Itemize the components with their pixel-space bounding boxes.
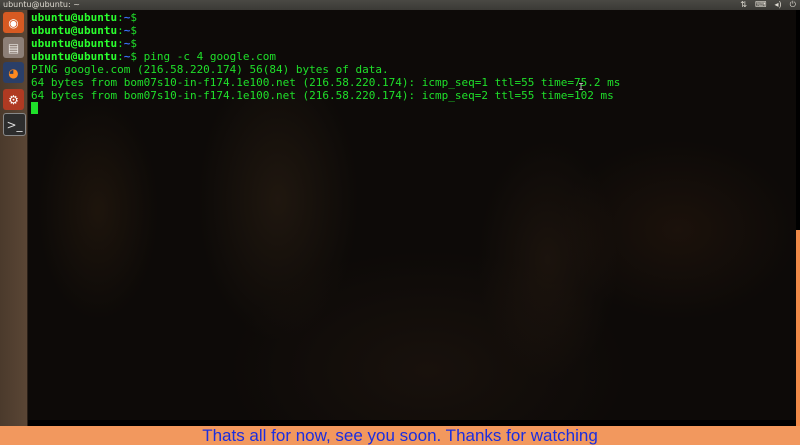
prompt-user: ubuntu@ubuntu bbox=[31, 24, 118, 37]
terminal-output: ubuntu@ubuntu:~$ ubuntu@ubuntu:~$ ubuntu@u… bbox=[31, 11, 620, 115]
video-caption-bar: Thats all for now, see you soon. Thanks … bbox=[0, 426, 800, 445]
prompt-line: ubuntu@ubuntu:~$ bbox=[31, 11, 620, 24]
caption-text: Thats all for now, see you soon. Thanks … bbox=[202, 426, 598, 445]
settings-icon: ⚙ bbox=[8, 92, 19, 107]
cursor-line bbox=[31, 102, 620, 115]
terminal-window[interactable]: ubuntu@ubuntu:~$ ubuntu@ubuntu:~$ ubuntu@u… bbox=[28, 10, 796, 420]
system-tray: ⇅ ⌨ ◂) ⏻ bbox=[740, 0, 796, 10]
prompt-sep: : bbox=[117, 24, 124, 37]
dash-home-button[interactable]: ◉ bbox=[3, 12, 24, 33]
terminal-icon: >_ bbox=[6, 117, 23, 132]
power-icon[interactable]: ⏻ bbox=[790, 0, 796, 10]
prompt-sep: : bbox=[117, 11, 124, 24]
text-cursor bbox=[31, 102, 38, 114]
output-text: 64 bytes from bom07s10-in-f174.1e100.net… bbox=[31, 89, 614, 102]
ubuntu-logo-icon: ◉ bbox=[8, 15, 19, 30]
system-settings-button[interactable]: ⚙ bbox=[3, 89, 24, 110]
volume-icon[interactable]: ◂) bbox=[775, 0, 782, 10]
output-text: PING google.com (216.58.220.174) 56(84) … bbox=[31, 63, 389, 76]
prompt-line: ubuntu@ubuntu:~$ ping -c 4 google.com bbox=[31, 50, 620, 63]
keyboard-icon[interactable]: ⌨ bbox=[755, 0, 767, 10]
sort-arrows-icon[interactable]: ⇅ bbox=[740, 0, 747, 10]
output-text: 64 bytes from bom07s10-in-f174.1e100.net… bbox=[31, 76, 621, 89]
firefox-icon: ◕ bbox=[8, 65, 19, 80]
prompt-sep: : bbox=[117, 50, 124, 63]
output-line: 64 bytes from bom07s10-in-f174.1e100.net… bbox=[31, 89, 620, 102]
prompt-user: ubuntu@ubuntu bbox=[31, 50, 118, 63]
folder-icon: ▤ bbox=[7, 40, 20, 55]
prompt-user: ubuntu@ubuntu bbox=[31, 37, 118, 50]
prompt-symbol: $ bbox=[130, 50, 137, 63]
ibeam-cursor-icon: I bbox=[578, 82, 585, 93]
output-line: PING google.com (216.58.220.174) 56(84) … bbox=[31, 63, 620, 76]
output-line: 64 bytes from bom07s10-in-f174.1e100.net… bbox=[31, 76, 620, 89]
prompt-sep: : bbox=[117, 37, 124, 50]
command-text: ping -c 4 google.com bbox=[136, 50, 277, 63]
window-title: ubuntu@ubuntu: ~ bbox=[3, 0, 80, 9]
prompt-line: ubuntu@ubuntu:~$ bbox=[31, 24, 620, 37]
top-panel: ubuntu@ubuntu: ~ ⇅ ⌨ ◂) ⏻ bbox=[0, 0, 800, 10]
terminal-button[interactable]: >_ bbox=[3, 113, 26, 136]
prompt-symbol: $ bbox=[130, 11, 137, 24]
prompt-symbol: $ bbox=[130, 24, 137, 37]
firefox-button[interactable]: ◕ bbox=[3, 62, 24, 83]
prompt-symbol: $ bbox=[130, 37, 137, 50]
launcher: ◉ ▤ ◕ ⚙ >_ bbox=[0, 10, 28, 426]
edge-strip bbox=[796, 230, 800, 426]
prompt-user: ubuntu@ubuntu bbox=[31, 11, 118, 24]
prompt-line: ubuntu@ubuntu:~$ bbox=[31, 37, 620, 50]
files-button[interactable]: ▤ bbox=[3, 37, 24, 58]
